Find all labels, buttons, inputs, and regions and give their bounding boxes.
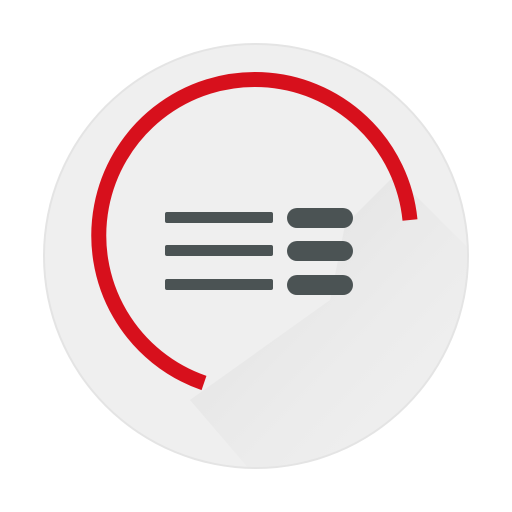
- menu-line-3: [165, 279, 273, 290]
- menu-pill-2: [287, 241, 353, 261]
- app-icon-stage: [0, 0, 512, 512]
- menu-line-1: [165, 212, 273, 223]
- menu-list-app-icon: [43, 43, 469, 469]
- menu-list-icon: [165, 208, 353, 295]
- menu-pill-1: [287, 208, 353, 228]
- menu-line-2: [165, 245, 273, 256]
- menu-pill-3: [287, 275, 353, 295]
